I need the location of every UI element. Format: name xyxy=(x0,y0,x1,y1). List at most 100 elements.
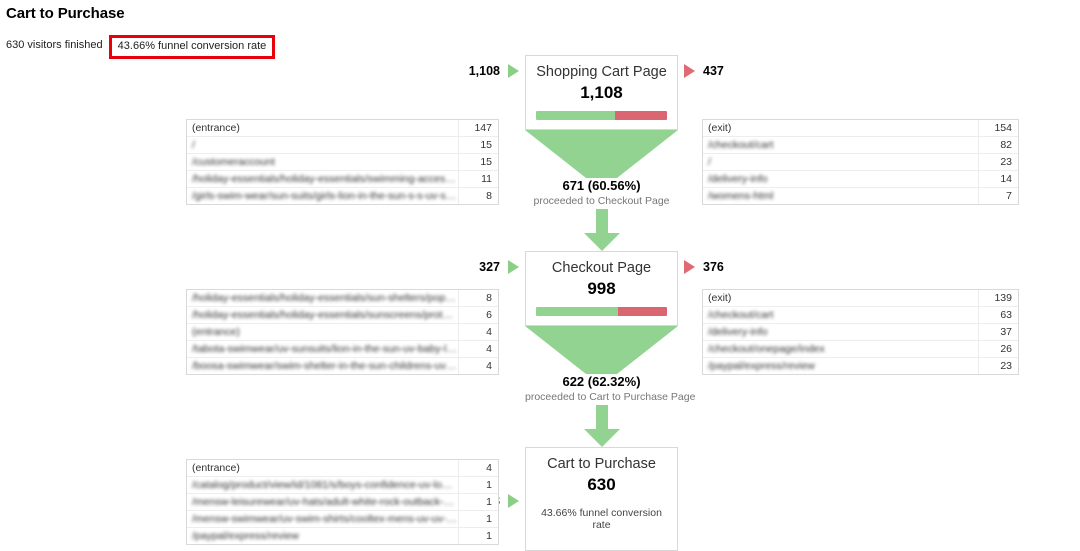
exited-count-step-2: 376 xyxy=(703,260,724,274)
table-step1-entrance-pages[interactable]: (entrance) 147 / 15/customeraccount 15/holid… xyxy=(186,119,499,205)
table-row-label: /checkout/onepage/index xyxy=(708,343,825,355)
entered-triangle-icon xyxy=(508,260,519,274)
table-row-value: 4 xyxy=(458,341,498,357)
step-2-ratio-bar xyxy=(536,306,667,316)
table-row-label: /womens-html xyxy=(708,190,774,202)
exited-marker-step-2: 376 xyxy=(684,260,724,274)
funnel-step-cart-to-purchase[interactable]: 8 Cart to Purchase 630 43.66% funnel con… xyxy=(493,447,678,551)
table-row-label: / xyxy=(192,139,195,151)
table-row-value: 4 xyxy=(458,324,498,340)
table-row[interactable]: / 23 xyxy=(703,154,1018,171)
table-row[interactable]: /delivery-info 37 xyxy=(703,324,1018,341)
step-2-drop-segment xyxy=(617,306,667,316)
step-3-name: Cart to Purchase xyxy=(547,456,656,472)
table-row[interactable]: /mensw-leisurewear/uv-hats/adult-white-r… xyxy=(187,494,498,511)
table-row[interactable]: /holiday-essentials/holiday-essentials/s… xyxy=(187,307,498,324)
flow-label-2: 622 (62.32%) xyxy=(562,373,641,389)
table-row[interactable]: (exit) 154 xyxy=(703,120,1018,137)
step-3-conversion-note: 43.66% funnel conversion rate xyxy=(541,506,662,531)
down-arrow-icon-1 xyxy=(583,209,620,251)
funnel-connector-2: 622 (62.32%) proceeded to Cart to Purcha… xyxy=(525,325,696,447)
table-row-value: 7 xyxy=(978,188,1018,204)
table-row[interactable]: /girls-swim-wear/sun-suits/girls-lion-in… xyxy=(187,188,498,204)
table-row[interactable]: (exit) 139 xyxy=(703,290,1018,307)
table-row-label: (exit) xyxy=(708,122,732,134)
entered-count-step-2: 327 xyxy=(479,260,500,274)
table-row[interactable]: /tabota-swimwear/uv-sunsuits/lion-in-the… xyxy=(187,341,498,358)
table-row-label: /customeraccount xyxy=(192,156,275,168)
step-1-name: Shopping Cart Page xyxy=(536,64,667,80)
table-row-value: 11 xyxy=(458,171,498,187)
table-row[interactable]: /paypal/express/review 1 xyxy=(187,528,498,544)
table-row[interactable]: / 15 xyxy=(187,137,498,154)
table-row-label: /checkout/cart xyxy=(708,139,774,151)
table-row-value: 15 xyxy=(458,137,498,153)
funnel-step-shopping-cart-page[interactable]: 1,108 437 Shopping Cart Page 1,108 xyxy=(469,55,724,130)
table-row-value: 14 xyxy=(978,171,1018,187)
table-row-label: /catalog/product/view/id/1081/s/boys-con… xyxy=(192,479,458,491)
flow-label-1: 671 (60.56%) xyxy=(562,177,641,193)
step-1-ratio-bar xyxy=(536,110,667,120)
visitors-finished-text: 630 visitors finished xyxy=(6,39,103,51)
table-row-value: 23 xyxy=(978,358,1018,374)
table-row-label: /paypal/express/review xyxy=(192,530,299,542)
step-1-count: 1,108 xyxy=(580,82,623,102)
exited-triangle-icon xyxy=(684,260,695,274)
table-row-value: 154 xyxy=(978,120,1018,136)
table-row[interactable]: /delivery-info 14 xyxy=(703,171,1018,188)
exited-triangle-icon xyxy=(684,64,695,78)
table-row[interactable]: /catalog/product/view/id/1081/s/boys-con… xyxy=(187,477,498,494)
entered-marker-step-1: 1,108 xyxy=(469,64,519,78)
table-row-value: 4 xyxy=(458,460,498,476)
table-row[interactable]: /customeraccount 15 xyxy=(187,154,498,171)
table-row-label: /mensw-swimwear/uv-swim-shirts/cooltex-m… xyxy=(192,513,458,525)
table-row[interactable]: /checkout/onepage/index 26 xyxy=(703,341,1018,358)
table-row-label: /girls-swim-wear/sun-suits/girls-lion-in… xyxy=(192,190,458,202)
table-row-label: /delivery-info xyxy=(708,326,768,338)
table-row[interactable]: /mensw-swimwear/uv-swim-shirts/cooltex-m… xyxy=(187,511,498,528)
table-step2-exit-pages[interactable]: (exit) 139/checkout/cart 63/delivery-info 3… xyxy=(702,289,1019,375)
table-row[interactable]: /checkout/cart 82 xyxy=(703,137,1018,154)
page-title: Cart to Purchase xyxy=(6,5,125,22)
table-row[interactable]: (entrance) 147 xyxy=(187,120,498,137)
funnel-step-checkout-page[interactable]: 327 376 Checkout Page 998 xyxy=(479,251,724,326)
table-row[interactable]: /womens-html 7 xyxy=(703,188,1018,204)
table-row-label: / xyxy=(708,156,711,168)
funnel-taper-shape-1 xyxy=(525,129,678,178)
table-row[interactable]: /holiday-essentials/holiday-essentials/s… xyxy=(187,290,498,307)
table-row[interactable]: (entrance) 4 xyxy=(187,324,498,341)
step-2-proceed-segment xyxy=(536,306,618,316)
table-row-label: /holiday-essentials/holiday-essentials/s… xyxy=(192,309,458,321)
table-step3-entrance-pages[interactable]: (entrance) 4/catalog/product/view/id/1081… xyxy=(186,459,499,545)
flow-sub-2: proceeded to Cart to Purchase Page xyxy=(525,391,696,404)
table-row-value: 1 xyxy=(458,477,498,493)
table-row-label: /holiday-essentials/holiday-essentials/s… xyxy=(192,292,458,304)
table-row-label: /checkout/cart xyxy=(708,309,774,321)
table-row[interactable]: (entrance) 4 xyxy=(187,460,498,477)
exited-marker-step-1: 437 xyxy=(684,64,724,78)
table-row-label: (entrance) xyxy=(192,326,240,338)
table-row-label: /delivery-info xyxy=(708,173,768,185)
table-row[interactable]: /boosa-swimwear/swim-shelter-in-the-sun-… xyxy=(187,358,498,374)
table-step2-entrance-pages[interactable]: /holiday-essentials/holiday-essentials/s… xyxy=(186,289,499,375)
table-row-value: 23 xyxy=(978,154,1018,170)
entered-triangle-icon xyxy=(508,494,519,508)
funnel-summary: 630 visitors finished 43.66% funnel conv… xyxy=(6,34,276,59)
table-row-label: /paypal/express/review xyxy=(708,360,815,372)
table-row-value: 4 xyxy=(458,358,498,374)
table-row-label: /boosa-swimwear/swim-shelter-in-the-sun-… xyxy=(192,360,458,372)
step-1-drop-segment xyxy=(615,110,667,120)
step-2-count: 998 xyxy=(587,278,616,298)
conversion-rate-text: 43.66% funnel conversion rate xyxy=(117,40,267,52)
entered-count-step-1: 1,108 xyxy=(468,64,500,78)
table-row-label: (entrance) xyxy=(192,122,240,134)
table-row-value: 1 xyxy=(458,511,498,527)
funnel-taper-shape-2 xyxy=(525,325,678,374)
table-step1-exit-pages[interactable]: (exit) 154/checkout/cart 82 / 23/delivery-in… xyxy=(702,119,1019,205)
table-row[interactable]: /paypal/express/review 23 xyxy=(703,358,1018,374)
table-row-value: 37 xyxy=(978,324,1018,340)
conversion-rate-highlight: 43.66% funnel conversion rate xyxy=(108,35,276,59)
table-row[interactable]: /holiday-essentials/holiday-essentials/s… xyxy=(187,171,498,188)
table-row[interactable]: /checkout/cart 63 xyxy=(703,307,1018,324)
table-row-value: 82 xyxy=(978,137,1018,153)
